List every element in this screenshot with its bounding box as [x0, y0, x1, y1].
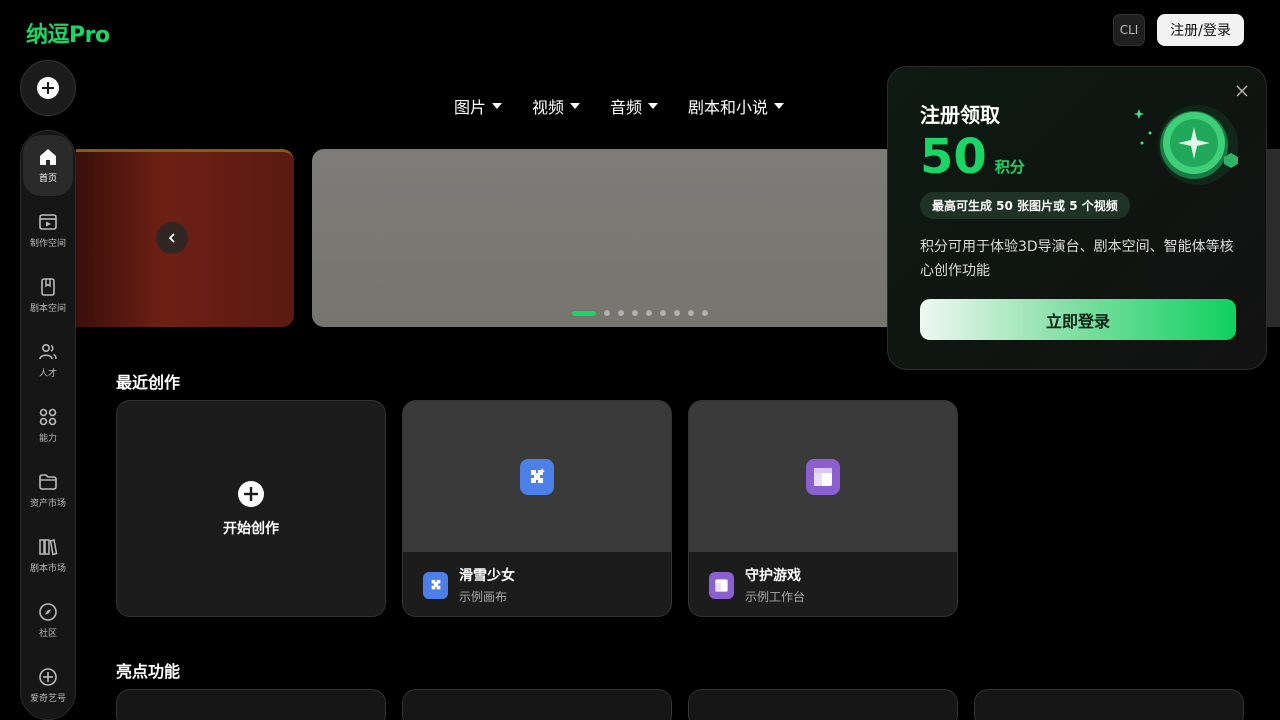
sidebar: 首页 制作空间 剧本空间 人才 能力 资产市场 剧本市场 社区 爱奇艺号	[20, 130, 76, 720]
banner-slide-current[interactable]	[312, 149, 912, 327]
sidebar-item-community[interactable]: 社区	[23, 590, 73, 651]
feature-card[interactable]	[116, 689, 386, 720]
carousel-dot-active[interactable]	[572, 310, 596, 316]
iqiyi-icon	[39, 668, 57, 686]
sidebar-item-workspace[interactable]: 制作空间	[23, 200, 73, 261]
nav-item-audio[interactable]: 音频	[610, 94, 659, 118]
nav-item-scripts-novels[interactable]: 剧本和小说	[688, 94, 785, 118]
carousel-dot[interactable]	[702, 310, 708, 316]
carousel-dot[interactable]	[604, 310, 610, 316]
signup-reward-popup: 注册领取 50 积分 最高可生成 50 张图片或 5 个视频 积分可用于体验3D…	[887, 66, 1267, 370]
login-now-button[interactable]: 立即登录	[920, 299, 1236, 340]
sidebar-item-label: 剧本市场	[29, 564, 66, 574]
sidebar-item-label: 剧本空间	[29, 304, 66, 314]
nav-item-videos[interactable]: 视频	[532, 94, 581, 118]
recent-card-guardian-game[interactable]: 守护游戏 示例工作台	[688, 400, 958, 617]
sidebar-item-label: 首页	[38, 174, 57, 184]
sidebar-item-asset-market[interactable]: 资产市场	[23, 460, 73, 521]
close-button[interactable]	[1236, 81, 1248, 102]
nav-item-label: 音频	[610, 98, 643, 117]
brand-logo[interactable]: 纳逗Pro	[26, 17, 110, 49]
sidebar-item-script-space[interactable]: 剧本空间	[23, 265, 73, 326]
popup-title: 注册领取	[920, 103, 1000, 127]
recent-card-ski-girl[interactable]: 滑雪少女 示例画布	[402, 400, 672, 617]
start-creating-label: 开始创作	[223, 520, 279, 537]
canvas-icon	[423, 571, 448, 599]
sidebar-item-label: 资产市场	[29, 499, 66, 509]
carousel-dot[interactable]	[618, 310, 624, 316]
sidebar-item-script-market[interactable]: 剧本市场	[23, 525, 73, 586]
sidebar-item-label: 人才	[38, 369, 57, 379]
sidebar-item-home[interactable]: 首页	[23, 135, 73, 196]
workbench-icon	[709, 571, 734, 599]
cli-button[interactable]: CLI	[1113, 14, 1145, 46]
card-info: 滑雪少女 示例画布	[403, 552, 671, 616]
sidebar-item-label: 制作空间	[29, 239, 66, 249]
card-title: 滑雪少女	[459, 568, 515, 584]
popup-description: 积分可用于体验3D导演台、剧本空间、智能体等核心创作功能	[920, 239, 1234, 279]
plus-circle-icon	[37, 77, 59, 99]
caret-down-icon	[774, 103, 785, 109]
feature-card[interactable]	[974, 689, 1244, 720]
points-hint-badge: 最高可生成 50 张图片或 5 个视频	[920, 192, 1130, 219]
features-section-title: 亮点功能	[116, 662, 181, 681]
carousel-dot[interactable]	[646, 310, 652, 316]
feature-card[interactable]	[402, 689, 672, 720]
books-icon	[39, 539, 58, 556]
folder-icon	[39, 474, 57, 490]
card-thumbnail	[689, 401, 957, 552]
start-creating-card[interactable]: 开始创作	[116, 400, 386, 617]
sidebar-item-iqiyi[interactable]: 爱奇艺号	[23, 655, 73, 716]
carousel-dot[interactable]	[632, 310, 638, 316]
nav-item-label: 图片	[454, 98, 487, 117]
nav-item-images[interactable]: 图片	[454, 94, 503, 118]
points-unit: 积分	[994, 158, 1025, 176]
create-new-button[interactable]	[20, 60, 76, 116]
category-nav: 图片 视频 音频 剧本和小说	[454, 94, 814, 118]
workspace-icon	[39, 214, 57, 230]
carousel-dots	[572, 310, 708, 316]
points-amount: 50 积分	[920, 133, 1025, 181]
script-icon	[41, 278, 55, 296]
grid-icon	[39, 408, 57, 426]
caret-down-icon	[570, 103, 581, 109]
card-subtitle: 示例工作台	[745, 590, 806, 604]
people-icon	[39, 343, 57, 360]
card-title: 守护游戏	[745, 568, 801, 584]
card-subtitle: 示例画布	[459, 590, 508, 604]
sidebar-item-label: 社区	[38, 629, 57, 639]
chevron-left-icon	[168, 233, 175, 243]
carousel-prev-button[interactable]	[156, 222, 188, 254]
carousel-dot[interactable]	[688, 310, 694, 316]
sidebar-item-abilities[interactable]: 能力	[23, 395, 73, 456]
sidebar-item-label: 能力	[38, 434, 57, 444]
feature-card[interactable]	[688, 689, 958, 720]
workbench-icon	[806, 458, 840, 495]
carousel-dot[interactable]	[674, 310, 680, 316]
carousel-dot[interactable]	[660, 310, 666, 316]
close-icon	[1236, 85, 1248, 97]
canvas-icon	[520, 458, 554, 495]
card-thumbnail	[403, 401, 671, 552]
points-number: 50	[920, 129, 987, 185]
compass-icon	[39, 603, 57, 621]
card-info: 守护游戏 示例工作台	[689, 552, 957, 616]
home-icon	[40, 149, 56, 165]
nav-item-label: 视频	[532, 98, 565, 117]
sidebar-item-talent[interactable]: 人才	[23, 330, 73, 391]
plus-circle-icon	[238, 480, 264, 507]
sidebar-item-label: 爱奇艺号	[29, 694, 66, 704]
nav-item-label: 剧本和小说	[688, 98, 769, 117]
coin-illustration-icon	[1133, 105, 1238, 185]
recent-section-title: 最近创作	[116, 373, 181, 392]
register-login-button[interactable]: 注册/登录	[1157, 14, 1244, 46]
caret-down-icon	[648, 103, 659, 109]
caret-down-icon	[492, 103, 503, 109]
